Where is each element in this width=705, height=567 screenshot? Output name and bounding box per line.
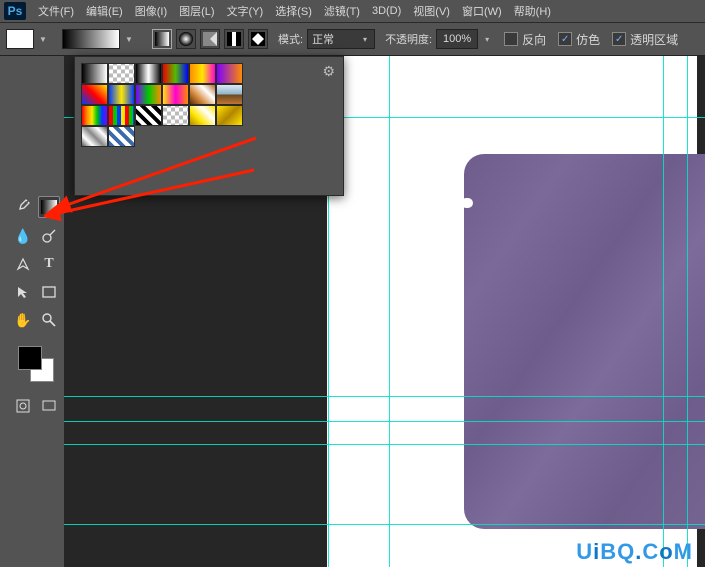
guide-horizontal[interactable] (64, 524, 705, 525)
mode-label: 模式: (278, 31, 303, 47)
menu-select[interactable]: 选择(S) (269, 3, 318, 19)
gradient-preset[interactable] (189, 105, 216, 126)
gradient-preset[interactable] (135, 63, 162, 84)
path-selection-tool[interactable] (13, 282, 33, 302)
reverse-check-icon (504, 32, 518, 46)
opacity-field[interactable]: 100% (436, 29, 478, 49)
preset-grid (81, 63, 309, 147)
gradient-preset[interactable] (108, 63, 135, 84)
gradient-type-diamond[interactable] (248, 29, 268, 49)
menu-3d[interactable]: 3D(D) (366, 5, 407, 17)
guide-vertical[interactable] (663, 56, 664, 567)
guide-horizontal[interactable] (64, 421, 705, 422)
transparency-checkbox[interactable]: ✓ 透明区域 (612, 31, 678, 48)
mode-value: 正常 (312, 31, 334, 47)
gradient-preset[interactable] (162, 84, 189, 105)
gradient-preset[interactable] (81, 126, 108, 147)
menu-filter[interactable]: 滤镜(T) (318, 3, 366, 19)
options-bar: ▼ ▼ 模式: 正常▾ 不透明度: 100% ▾ 反向 ✓ 仿色 ✓ 透明区域 (0, 23, 705, 56)
app-logo: Ps (4, 2, 26, 20)
pouch-shape (464, 154, 705, 529)
gradient-tool[interactable] (38, 196, 60, 218)
transparency-check-icon: ✓ (612, 32, 626, 46)
menu-layer[interactable]: 图层(L) (173, 3, 220, 19)
tool-preset-dropdown-icon[interactable]: ▼ (38, 30, 48, 48)
gradient-preset[interactable] (189, 63, 216, 84)
canvas[interactable]: ⚙ UiBQ.CoM (64, 56, 705, 567)
quick-mask-button[interactable] (13, 396, 33, 416)
gear-icon[interactable]: ⚙ (322, 63, 335, 80)
menu-file[interactable]: 文件(F) (32, 3, 80, 19)
gradient-type-reflected[interactable] (224, 29, 244, 49)
dither-checkbox[interactable]: ✓ 仿色 (558, 31, 600, 48)
gradient-preset[interactable] (216, 84, 243, 105)
gradient-picker-dropdown-icon[interactable]: ▼ (124, 30, 134, 48)
foreground-color[interactable] (18, 346, 42, 370)
watermark: UiBQ.CoM (576, 539, 693, 565)
work-area: 💧 T ✋ ⚙ (0, 56, 705, 567)
gradient-preset[interactable] (81, 105, 108, 126)
gradient-preset[interactable] (108, 126, 135, 147)
menu-image[interactable]: 图像(I) (129, 3, 173, 19)
gradient-preset[interactable] (189, 84, 216, 105)
opacity-label: 不透明度: (385, 31, 432, 47)
gradient-preset[interactable] (162, 63, 189, 84)
left-dock (0, 56, 8, 567)
blur-tool[interactable]: 💧 (13, 226, 33, 246)
gradient-preset[interactable] (216, 105, 243, 126)
eyedropper-tool[interactable] (12, 196, 32, 216)
gradient-preset[interactable] (108, 105, 135, 126)
dodge-tool[interactable] (39, 226, 59, 246)
gradient-preset[interactable] (216, 63, 243, 84)
gradient-type-angle[interactable] (200, 29, 220, 49)
gradient-type-radial[interactable] (176, 29, 196, 49)
gradient-type-linear[interactable] (152, 29, 172, 49)
guide-vertical[interactable] (687, 56, 688, 567)
dither-label: 仿色 (576, 31, 600, 48)
menu-bar: Ps 文件(F) 编辑(E) 图像(I) 图层(L) 文字(Y) 选择(S) 滤… (0, 0, 705, 23)
pen-tool[interactable] (13, 254, 33, 274)
menu-type[interactable]: 文字(Y) (221, 3, 270, 19)
guide-horizontal[interactable] (64, 396, 705, 397)
hand-tool[interactable]: ✋ (13, 310, 33, 330)
color-swatches[interactable] (18, 346, 54, 382)
menu-help[interactable]: 帮助(H) (508, 3, 557, 19)
menu-view[interactable]: 视图(V) (407, 3, 456, 19)
type-tool[interactable]: T (39, 254, 59, 274)
gradient-preset[interactable] (81, 84, 108, 105)
gradient-preview[interactable] (62, 29, 120, 49)
guide-vertical[interactable] (389, 56, 390, 567)
tools-panel: 💧 T ✋ (8, 56, 64, 567)
tool-preset-button[interactable] (6, 29, 34, 49)
mode-select[interactable]: 正常▾ (307, 29, 375, 49)
guide-horizontal[interactable] (64, 444, 705, 445)
gradient-preset[interactable] (135, 105, 162, 126)
menu-edit[interactable]: 编辑(E) (80, 3, 129, 19)
rectangle-tool[interactable] (39, 282, 59, 302)
zoom-tool[interactable] (39, 310, 59, 330)
screen-mode-button[interactable] (39, 396, 59, 416)
dither-check-icon: ✓ (558, 32, 572, 46)
gradient-preset-picker: ⚙ (74, 56, 344, 196)
gradient-preset[interactable] (162, 105, 189, 126)
gradient-preset[interactable] (81, 63, 108, 84)
gradient-preset[interactable] (108, 84, 135, 105)
reverse-label: 反向 (522, 31, 546, 48)
gradient-preset[interactable] (135, 84, 162, 105)
transparency-label: 透明区域 (630, 31, 678, 48)
menu-window[interactable]: 窗口(W) (456, 3, 508, 19)
reverse-checkbox[interactable]: 反向 (504, 31, 546, 48)
opacity-dropdown-icon[interactable]: ▾ (482, 30, 492, 48)
